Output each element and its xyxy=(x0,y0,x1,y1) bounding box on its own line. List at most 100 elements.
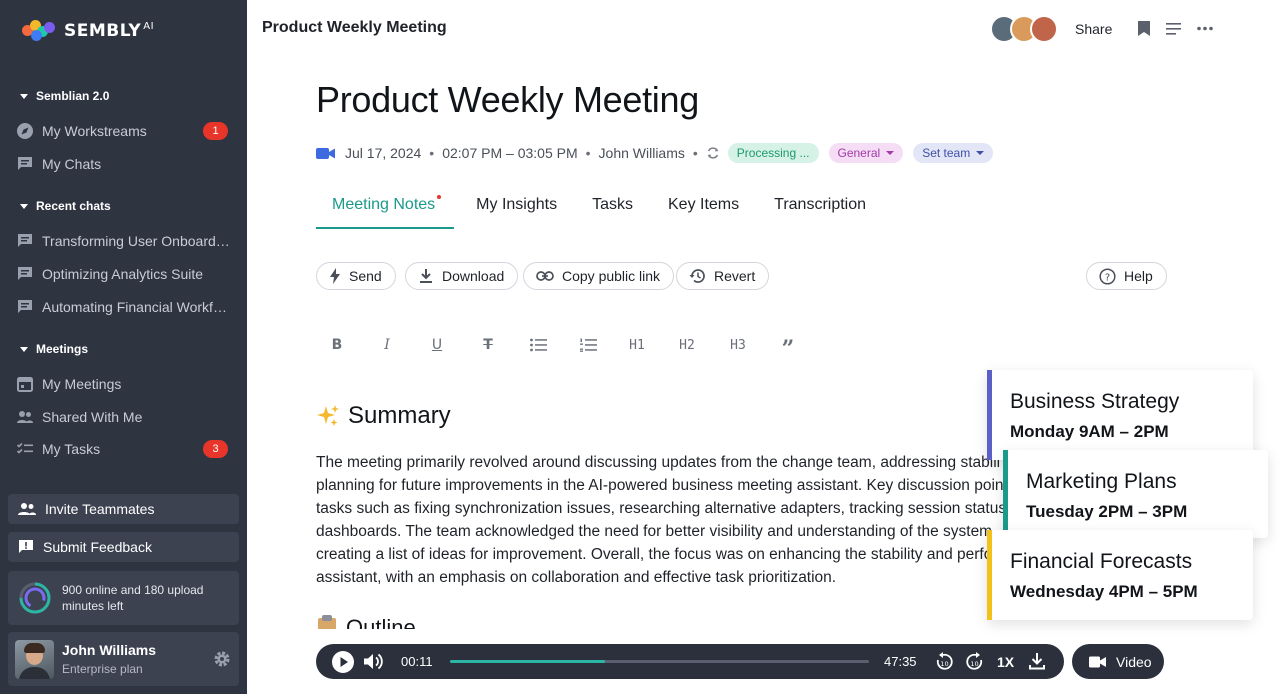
heading3-icon[interactable]: H3 xyxy=(727,335,749,355)
playback-speed-button[interactable]: 1X xyxy=(997,654,1014,670)
sidebar: SEMBLY AI Semblian 2.0 My Workstreams 1 M… xyxy=(0,0,247,694)
share-button[interactable]: Share xyxy=(1075,21,1112,37)
sidebar-item-chats[interactable]: My Chats xyxy=(16,151,236,177)
caret-down-icon xyxy=(20,203,28,209)
current-time: 00:11 xyxy=(401,654,433,669)
unread-dot xyxy=(437,195,442,199)
recent-chat-item[interactable]: Transforming User Onboarding xyxy=(16,228,236,254)
usage-ring-icon xyxy=(19,582,51,614)
help-button[interactable]: ? Help xyxy=(1086,262,1167,290)
copy-public-link-button[interactable]: Copy public link xyxy=(523,262,675,290)
chat-icon xyxy=(18,267,32,280)
recent-chat-item[interactable]: Optimizing Analytics Suite xyxy=(16,261,236,287)
video-camera-icon xyxy=(1089,656,1106,667)
lightning-icon xyxy=(330,268,340,284)
sync-icon[interactable] xyxy=(706,146,720,160)
workstreams-badge: 1 xyxy=(203,122,228,140)
progress-slider[interactable] xyxy=(450,660,869,663)
recent-chat-item[interactable]: Automating Financial Workflo... xyxy=(16,294,236,320)
caret-down-icon xyxy=(886,151,895,155)
outline-heading: Outline xyxy=(316,615,416,629)
tab-transcription[interactable]: Transcription xyxy=(774,186,866,230)
quote-icon[interactable]: ” xyxy=(777,335,799,362)
clipboard-icon xyxy=(318,615,336,629)
schedule-card[interactable]: Financial Forecasts Wednesday 4PM – 5PM xyxy=(987,530,1253,620)
submit-feedback-button[interactable]: Submit Feedback xyxy=(8,532,239,562)
sidebar-item-tasks[interactable]: My Tasks 3 xyxy=(16,436,236,462)
section-semblian[interactable]: Semblian 2.0 xyxy=(20,89,109,103)
section-recent-chats[interactable]: Recent chats xyxy=(20,199,111,213)
svg-text:10: 10 xyxy=(940,660,948,668)
section-meetings[interactable]: Meetings xyxy=(20,342,88,356)
user-profile[interactable]: John Williams Enterprise plan xyxy=(8,632,239,686)
content-tabs: Meeting Notes My Insights Tasks Key Item… xyxy=(316,186,866,230)
revert-button[interactable]: Revert xyxy=(676,262,770,290)
meeting-owner: John Williams xyxy=(598,145,685,161)
brand-name: SEMBLY AI xyxy=(64,21,155,41)
play-button[interactable] xyxy=(332,651,354,673)
sidebar-item-shared[interactable]: Shared With Me xyxy=(16,404,236,430)
people-icon xyxy=(18,503,36,515)
tab-tasks[interactable]: Tasks xyxy=(592,186,633,230)
participant-avatars[interactable] xyxy=(990,15,1058,43)
help-icon: ? xyxy=(1099,267,1116,285)
sidebar-item-workstreams[interactable]: My Workstreams 1 xyxy=(16,118,236,144)
strikethrough-icon[interactable]: T xyxy=(477,335,499,355)
active-tab-indicator xyxy=(316,227,454,229)
checklist-icon xyxy=(16,442,33,454)
meeting-time: 02:07 PM – 03:05 PM xyxy=(442,145,578,161)
status-badge: Processing ... xyxy=(727,143,819,163)
svg-text:10: 10 xyxy=(970,660,978,668)
avatar xyxy=(15,639,54,679)
forward-10-icon[interactable]: 10 xyxy=(965,652,985,672)
download-icon xyxy=(420,269,432,283)
tag-dropdown[interactable]: General xyxy=(828,143,904,163)
list-icon[interactable] xyxy=(1166,22,1182,36)
bookmark-icon[interactable] xyxy=(1137,20,1151,37)
chat-icon xyxy=(18,234,32,247)
rewind-10-icon[interactable]: 10 xyxy=(934,652,954,672)
bold-icon[interactable]: B xyxy=(326,335,348,355)
meeting-meta: Jul 17, 2024 • 02:07 PM – 03:05 PM • Joh… xyxy=(316,142,994,164)
team-dropdown[interactable]: Set team xyxy=(913,143,994,163)
underline-icon[interactable]: U xyxy=(426,335,448,355)
schedule-card[interactable]: Business Strategy Monday 9AM – 2PM xyxy=(987,370,1253,460)
people-icon xyxy=(17,411,33,423)
tab-meeting-notes[interactable]: Meeting Notes xyxy=(332,186,442,230)
volume-icon[interactable] xyxy=(364,653,384,670)
usage-minutes: 900 online and 180 upload minutes left xyxy=(8,571,239,625)
gear-icon[interactable] xyxy=(213,650,231,668)
video-button[interactable]: Video xyxy=(1072,644,1164,679)
topbar-title: Product Weekly Meeting xyxy=(262,19,447,36)
download-button[interactable]: Download xyxy=(405,262,519,290)
schedule-card[interactable]: Marketing Plans Tuesday 2PM – 3PM xyxy=(1003,450,1268,538)
caret-down-icon xyxy=(20,346,28,352)
play-icon xyxy=(340,657,348,667)
heading1-icon[interactable]: H1 xyxy=(626,335,648,355)
progress-fill xyxy=(450,660,606,663)
caret-down-icon xyxy=(20,93,28,99)
numbered-list-icon[interactable] xyxy=(577,335,599,355)
meeting-date: Jul 17, 2024 xyxy=(345,145,422,161)
calendar-icon xyxy=(17,377,33,392)
sidebar-item-my-meetings[interactable]: My Meetings xyxy=(16,371,236,397)
feedback-icon xyxy=(19,540,33,553)
sembly-logo[interactable]: SEMBLY AI xyxy=(22,20,154,42)
history-icon xyxy=(689,269,705,283)
svg-text:?: ? xyxy=(1105,272,1110,283)
link-icon xyxy=(536,271,554,281)
tab-my-insights[interactable]: My Insights xyxy=(476,186,557,230)
download-icon[interactable] xyxy=(1029,653,1045,670)
tasks-badge: 3 xyxy=(203,440,228,458)
send-button[interactable]: Send xyxy=(316,262,396,290)
more-icon[interactable] xyxy=(1197,26,1213,31)
bullet-list-icon[interactable] xyxy=(527,335,549,355)
sembly-logo-icon xyxy=(22,20,56,42)
chat-icon xyxy=(18,157,32,170)
tab-key-items[interactable]: Key Items xyxy=(668,186,739,230)
heading2-icon[interactable]: H2 xyxy=(676,335,698,355)
italic-icon[interactable]: I xyxy=(376,335,398,355)
invite-teammates-button[interactable]: Invite Teammates xyxy=(8,494,239,524)
chat-icon xyxy=(18,300,32,313)
compass-icon xyxy=(17,123,33,139)
